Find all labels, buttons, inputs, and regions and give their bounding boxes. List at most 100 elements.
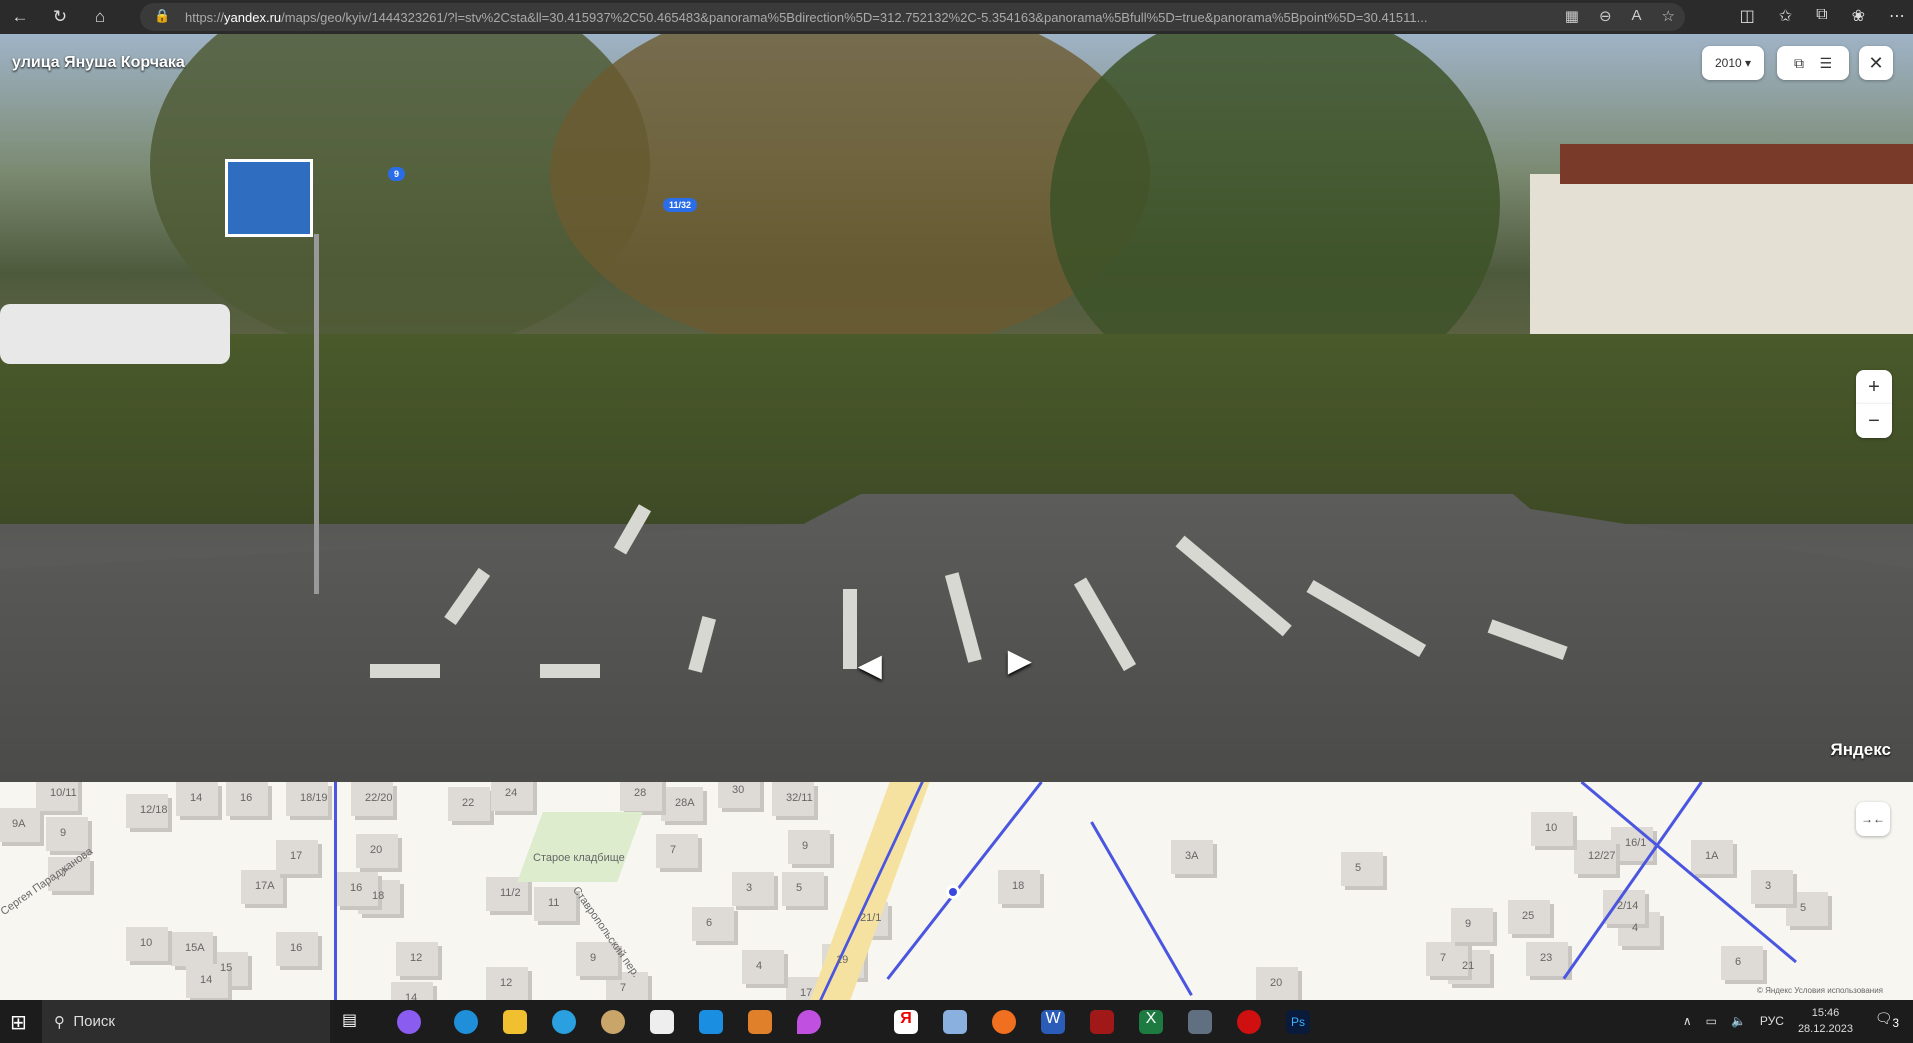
building xyxy=(606,972,648,1000)
task-view-icon[interactable]: ▤ xyxy=(342,1010,366,1034)
home-icon[interactable]: ⌂ xyxy=(80,7,120,27)
building xyxy=(1721,946,1763,980)
mini-map[interactable]: Старое кладбище Сергея Параджанова Ставр… xyxy=(0,782,1913,1000)
move-forward-arrow[interactable]: ► xyxy=(1000,639,1040,684)
house-number-label: 14 xyxy=(405,992,418,1000)
building xyxy=(1751,870,1793,904)
house-number-label: 23 xyxy=(1540,952,1553,964)
house-number-label: 9 xyxy=(60,827,67,839)
system-tray: ∧ ▭ 🔈 РУС 15:46 28.12.2023 xyxy=(1683,1005,1853,1037)
house-number-label: 24 xyxy=(505,787,518,799)
taskbar-search[interactable]: ⚲ Поиск xyxy=(42,1000,330,1043)
share-icon[interactable]: ⧉ xyxy=(1794,55,1804,72)
word-icon[interactable]: W xyxy=(1041,1010,1065,1034)
parked-car xyxy=(0,304,230,364)
app-drop-icon[interactable] xyxy=(797,1010,821,1034)
roof xyxy=(1560,144,1913,184)
app-icon[interactable]: ▦ xyxy=(1565,7,1579,25)
house-number-label: 12 xyxy=(410,952,423,964)
house-number-label: 1А xyxy=(1705,850,1719,862)
volume-icon[interactable]: 🔈 xyxy=(1731,1014,1746,1028)
back-icon[interactable]: ← xyxy=(0,7,40,27)
house-number-badge[interactable]: 9 xyxy=(388,167,406,181)
house-number-label: 12/18 xyxy=(140,804,168,816)
house-number-label: 16 xyxy=(290,942,303,954)
house-number-label: 5 xyxy=(1800,902,1807,914)
yandex-browser-icon[interactable]: Я xyxy=(894,1010,918,1034)
house-number-label: 7 xyxy=(620,982,627,994)
house-number-label: 9 xyxy=(1465,918,1472,930)
favorites-icon[interactable]: ✩ xyxy=(1779,6,1792,26)
crosswalk-sign xyxy=(225,159,313,237)
house-number-label: 21/1 xyxy=(860,912,882,924)
menu-icon[interactable]: ☰ xyxy=(1820,55,1833,72)
collections-icon[interactable]: ⧉ xyxy=(1816,6,1827,26)
edge-icon[interactable] xyxy=(454,1010,478,1034)
notifications-icon[interactable]: 🗨3 xyxy=(1875,1010,1899,1030)
read-aloud-icon[interactable]: A xyxy=(1632,7,1642,25)
zoom-out-button[interactable]: − xyxy=(1856,404,1892,438)
yandex-logo: Яндекс xyxy=(1830,740,1891,759)
file-explorer-icon[interactable] xyxy=(503,1010,527,1034)
taskbar: ⊞ ⚲ Поиск ▤ Я W X Ps ∧ ▭ 🔈 РУС 15:46 28.1… xyxy=(0,1000,1913,1043)
media-player-icon[interactable] xyxy=(748,1010,772,1034)
house-number-label: 11 xyxy=(548,897,560,909)
house-number-label: 17 xyxy=(800,987,813,999)
house-number-label: 18/19 xyxy=(300,792,328,804)
calculator-icon[interactable] xyxy=(1188,1010,1212,1034)
clock[interactable]: 15:46 28.12.2023 xyxy=(1798,1005,1853,1037)
chevron-up-icon[interactable]: ∧ xyxy=(1683,1014,1692,1028)
language-indicator[interactable]: РУС xyxy=(1760,1014,1784,1028)
house-number-label: 10 xyxy=(140,937,153,949)
zoom-in-button[interactable]: + xyxy=(1856,370,1892,404)
house-number-label: 32/11 xyxy=(786,792,813,804)
house-number-label: 21 xyxy=(1462,960,1475,972)
house-number-label: 18 xyxy=(1012,880,1025,892)
house-number-label: 17 xyxy=(290,850,303,862)
house-number-label: 9 xyxy=(590,952,597,964)
paint-icon[interactable] xyxy=(601,1010,625,1034)
zoom-icon[interactable]: ⊖ xyxy=(1599,7,1612,25)
mail-icon[interactable] xyxy=(699,1010,723,1034)
more-icon[interactable]: ⋯ xyxy=(1889,6,1905,26)
house-number-badge[interactable]: 11/32 xyxy=(663,198,698,212)
move-back-arrow[interactable]: ◄ xyxy=(850,644,890,689)
windows-start-icon[interactable]: ⊞ xyxy=(10,1010,27,1035)
map-copyright[interactable]: © Яндекс Условия использования xyxy=(1757,986,1883,995)
excel-icon[interactable]: X xyxy=(1139,1010,1163,1034)
panorama-actions: ⧉ ☰ xyxy=(1777,46,1849,80)
address-bar[interactable]: 🔒 https://yandex.ru/maps/geo/kyiv/144432… xyxy=(140,3,1685,31)
store-icon[interactable] xyxy=(650,1010,674,1034)
extension-icon[interactable]: ❀ xyxy=(1852,6,1865,26)
reload-icon[interactable]: ↻ xyxy=(40,7,80,27)
house-number-label: 3 xyxy=(746,882,753,894)
house-number-label: 5 xyxy=(796,882,803,894)
app-icon[interactable] xyxy=(1237,1010,1261,1034)
house-number-label: 20 xyxy=(1270,977,1283,989)
street-panorama[interactable]: ◄ ► 9 11/32 улица Януша Корчака 2010 ▾ ⧉… xyxy=(0,34,1913,782)
telegram-icon[interactable] xyxy=(552,1010,576,1034)
building xyxy=(1451,908,1493,942)
app-icon[interactable] xyxy=(943,1010,967,1034)
search-icon: ⚲ xyxy=(54,1013,65,1031)
close-button[interactable]: ✕ xyxy=(1859,46,1893,80)
house-number-label: 22 xyxy=(462,797,475,809)
house-number-label: 11/2 xyxy=(500,887,521,899)
house-number-label: 14 xyxy=(190,792,203,804)
house-number-label: 16/1 xyxy=(1625,837,1647,849)
house-number-label: 9А xyxy=(12,818,26,830)
road xyxy=(0,494,1913,782)
collapse-map-button[interactable]: →← xyxy=(1856,802,1890,836)
year-select[interactable]: 2010 ▾ xyxy=(1702,46,1764,80)
alice-icon[interactable] xyxy=(397,1010,421,1034)
photoshop-icon[interactable]: Ps xyxy=(1286,1010,1310,1034)
house-number-label: 22/20 xyxy=(365,792,393,804)
favorite-star-icon[interactable]: ☆ xyxy=(1662,7,1675,25)
network-icon[interactable]: ▭ xyxy=(1706,1014,1717,1028)
split-screen-icon[interactable]: ◫ xyxy=(1740,6,1755,26)
house-number-label: 15 xyxy=(220,962,233,974)
house-number-label: 2/14 xyxy=(1617,900,1639,912)
house-number-label: 12 xyxy=(500,977,513,989)
pdf-icon[interactable] xyxy=(1090,1010,1114,1034)
firefox-icon[interactable] xyxy=(992,1010,1016,1034)
